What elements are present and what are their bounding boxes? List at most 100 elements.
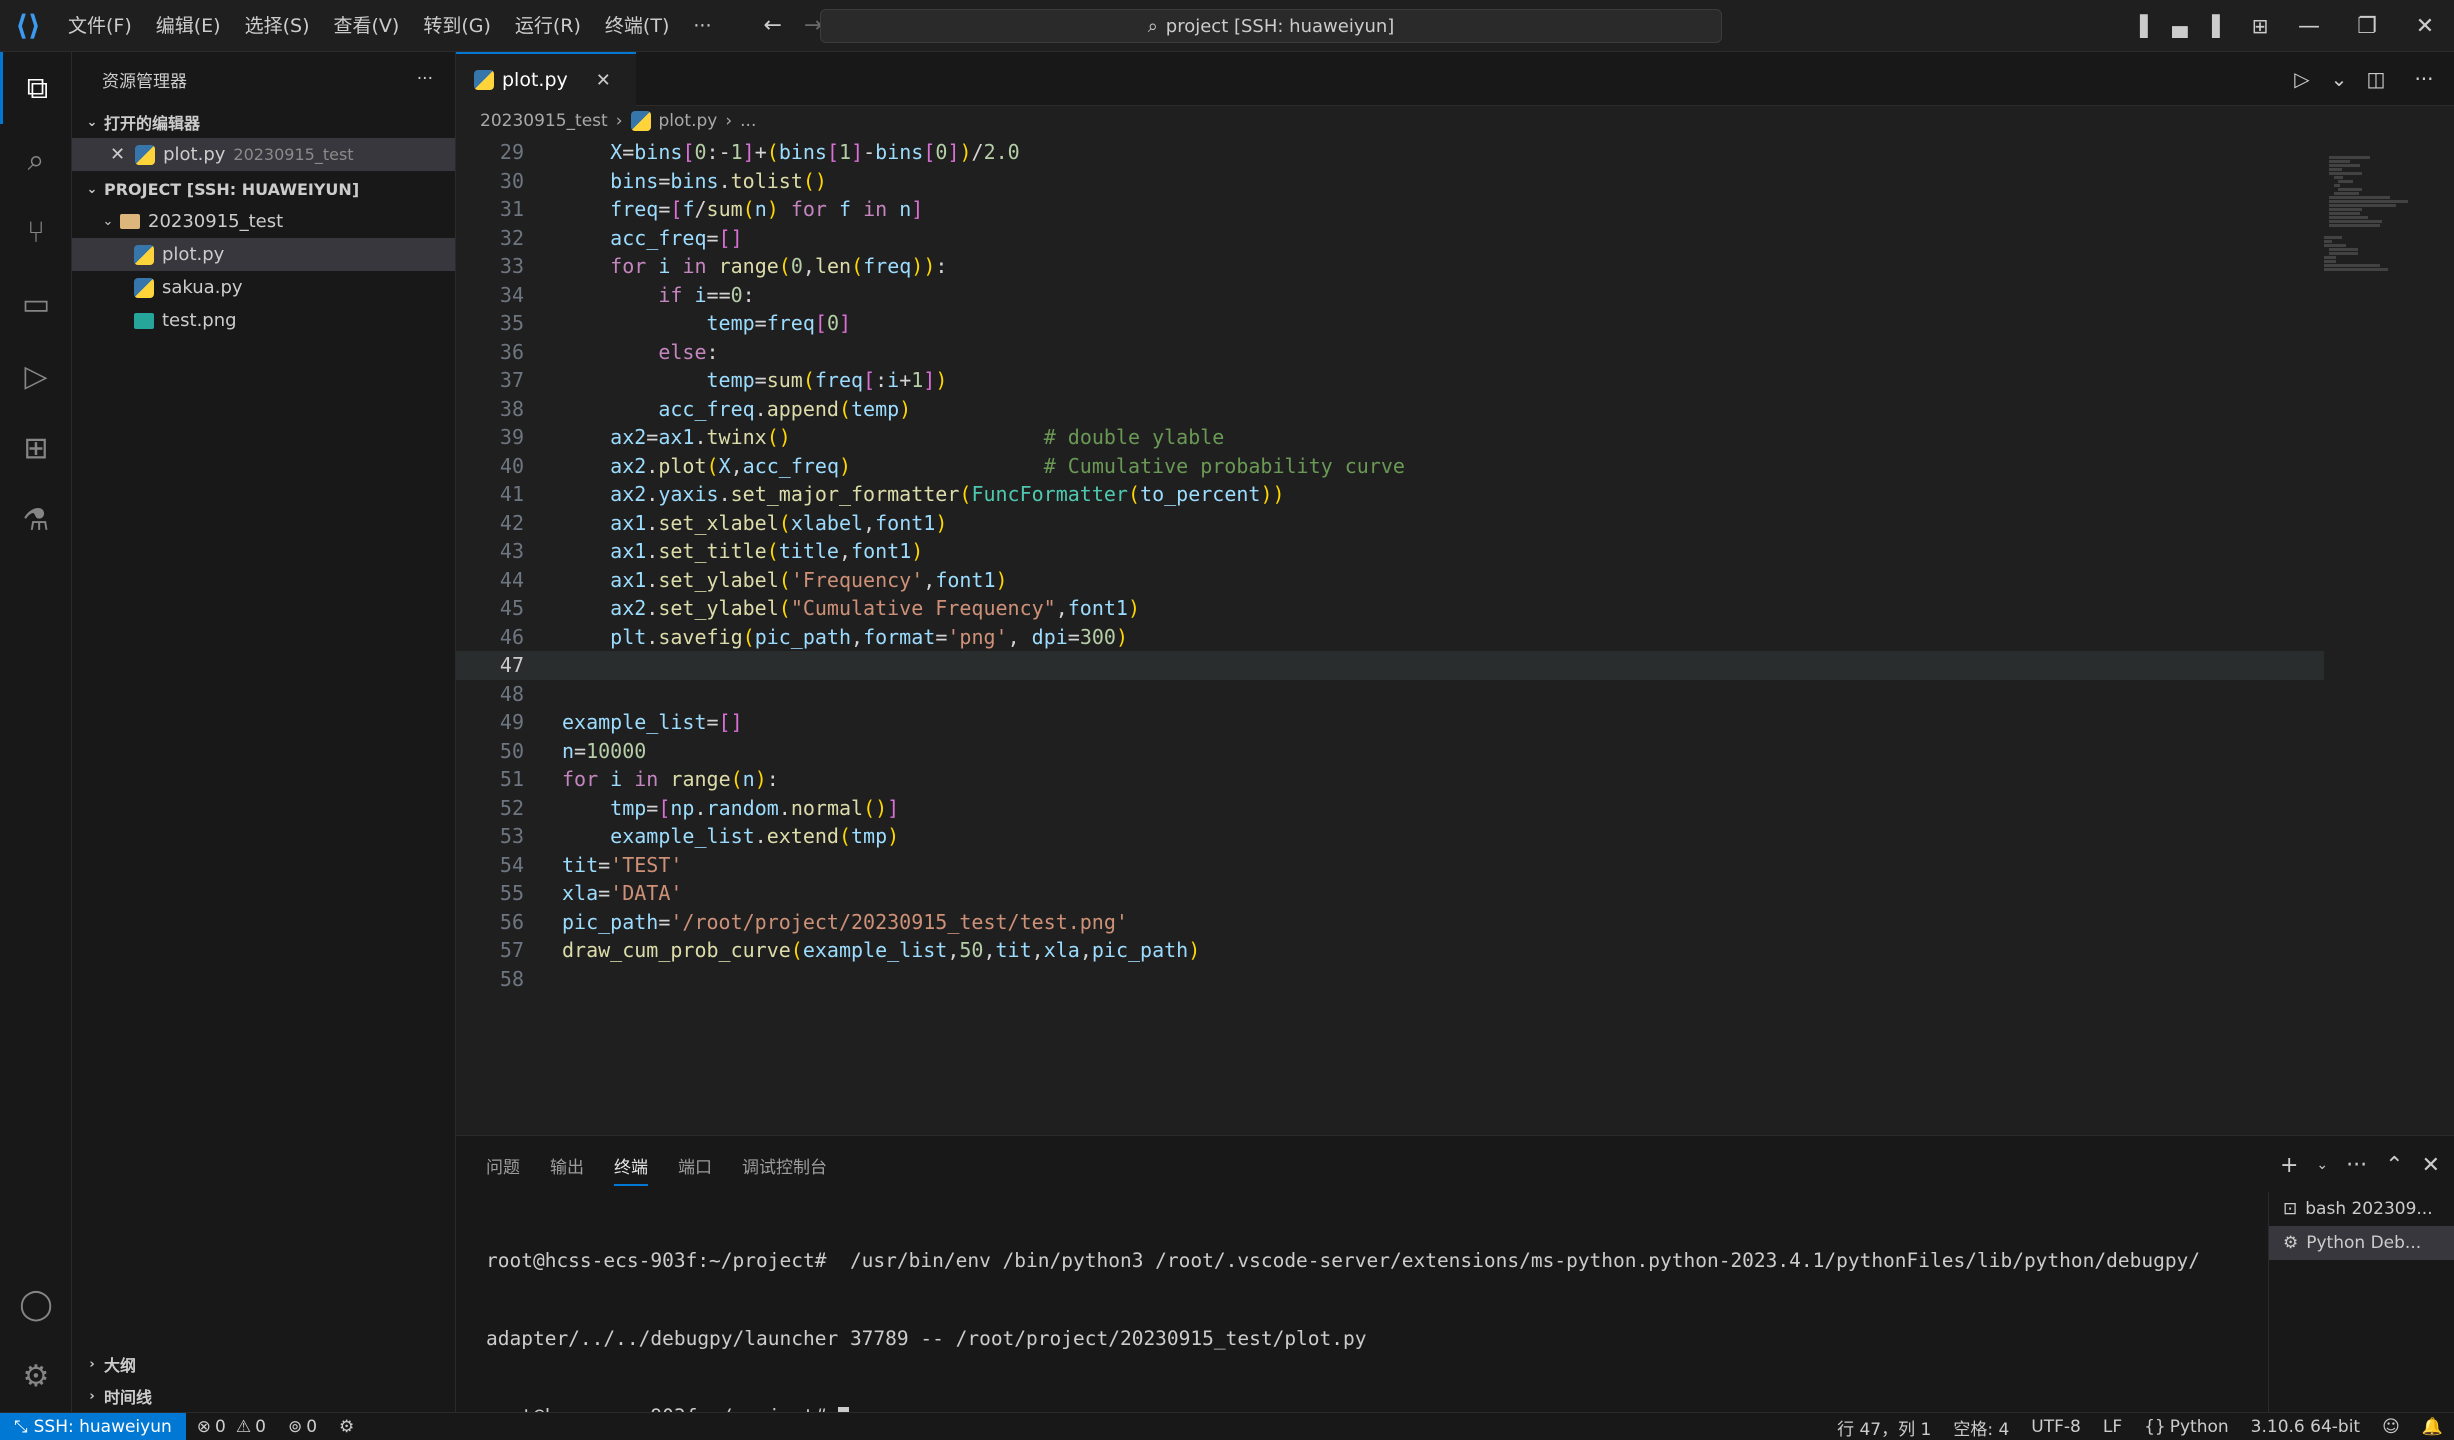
run-icon[interactable]: ▷ (2282, 53, 2322, 105)
indentation[interactable]: 空格: 4 (1942, 1415, 2020, 1440)
code-line[interactable]: 36 else: (456, 338, 2324, 367)
open-editor-item[interactable]: ✕ plot.py 20230915_test (72, 138, 455, 171)
code-line[interactable]: 34 if i==0: (456, 281, 2324, 310)
file-item-sakua[interactable]: sakua.py (72, 271, 455, 304)
command-center-search[interactable]: ⌕ project [SSH: huaweiyun] (820, 9, 1722, 43)
gear-icon[interactable]: ⚙ (0, 1340, 72, 1412)
customize-layout-icon[interactable]: ⊞ (2240, 0, 2280, 52)
code-line[interactable]: 57 draw_cum_prob_curve(example_list,50,ti… (456, 936, 2324, 965)
terminal-output[interactable]: root@hcss-ecs-903f:~/project# /usr/bin/e… (486, 1196, 2406, 1440)
timeline-section[interactable]: › 时间线 (72, 1380, 456, 1412)
encoding[interactable]: UTF-8 (2020, 1417, 2092, 1437)
code-line[interactable]: 55 xla='DATA' (456, 879, 2324, 908)
editor-scrollbar[interactable] (2440, 136, 2454, 1135)
code-line[interactable]: 38 acc_freq.append(temp) (456, 395, 2324, 424)
code-line[interactable]: 52 tmp=[np.random.normal()] (456, 794, 2324, 823)
close-icon[interactable]: ✕ (110, 144, 125, 165)
toggle-secondary-sidebar-icon[interactable]: ▌ (2200, 0, 2240, 52)
tab-problems[interactable]: 问题 (486, 1153, 520, 1178)
open-editors-section[interactable]: ⌄ 打开的编辑器 (72, 106, 455, 138)
menu-go[interactable]: 转到(G) (411, 0, 503, 52)
code-line[interactable]: 45 ax2.set_ylabel("Cumulative Frequency"… (456, 594, 2324, 623)
more-actions-icon[interactable]: ··· (2404, 53, 2444, 105)
terminal-item-bash[interactable]: ⊡ bash 202309... (2269, 1192, 2454, 1226)
remote-explorer-icon[interactable]: ▭ (0, 268, 72, 340)
code-line[interactable]: 41 ax2.yaxis.set_major_formatter(FuncFor… (456, 480, 2324, 509)
code-editor[interactable]: 29 X=bins[0:-1]+(bins[1]-bins[0])/2.0 30 … (456, 136, 2324, 1135)
code-line[interactable]: 39 ax2=ax1.twinx() # double ylable (456, 423, 2324, 452)
remote-indicator[interactable]: ⤡ SSH: huaweiyun (0, 1412, 186, 1440)
close-window-button[interactable]: ✕ (2396, 0, 2454, 52)
maximize-panel-icon[interactable]: ⌃ (2385, 1153, 2403, 1178)
code-line[interactable]: 44 ax1.set_ylabel('Frequency',font1) (456, 566, 2324, 595)
menu-more[interactable]: ··· (681, 0, 723, 52)
search-icon[interactable]: ⌕ (0, 124, 72, 196)
language-mode[interactable]: {} Python (2133, 1417, 2240, 1437)
code-line[interactable]: 33 for i in range(0,len(freq)): (456, 252, 2324, 281)
outline-section[interactable]: › 大纲 (72, 1348, 456, 1380)
chevron-down-icon[interactable]: ⌄ (2316, 1157, 2328, 1173)
terminal-item-python-debug[interactable]: ⚙ Python Deb... (2269, 1226, 2454, 1260)
menu-terminal[interactable]: 终端(T) (593, 0, 681, 52)
close-tab-icon[interactable]: ✕ (596, 70, 611, 91)
code-line[interactable]: 47 (456, 651, 2324, 680)
tab-terminal[interactable]: 终端 (614, 1145, 648, 1186)
new-terminal-icon[interactable]: + (2280, 1153, 2298, 1178)
split-editor-icon[interactable]: ◫ (2356, 53, 2396, 105)
tab-plot-py[interactable]: plot.py ✕ (456, 52, 636, 106)
source-control-icon[interactable]: ⑂ (0, 196, 72, 268)
toggle-panel-icon[interactable]: ▄ (2160, 0, 2200, 52)
menu-edit[interactable]: 编辑(E) (144, 0, 233, 52)
menu-file[interactable]: 文件(F) (56, 0, 144, 52)
more-actions-icon[interactable]: ··· (417, 69, 433, 89)
toggle-sidebar-icon[interactable]: ▐ (2120, 0, 2160, 52)
code-line[interactable]: 54 tit='TEST' (456, 851, 2324, 880)
code-line[interactable]: 32 acc_freq=[] (456, 224, 2324, 253)
code-line[interactable]: 43 ax1.set_title(title,font1) (456, 537, 2324, 566)
menu-run[interactable]: 运行(R) (503, 0, 593, 52)
minimap[interactable] (2324, 136, 2444, 1135)
code-line[interactable]: 56 pic_path='/root/project/20230915_test/… (456, 908, 2324, 937)
feedback-icon[interactable]: ☺ (2371, 1417, 2411, 1437)
restore-button[interactable]: ❐ (2338, 0, 2396, 52)
code-line[interactable]: 31 freq=[f/sum(n) for f in n] (456, 195, 2324, 224)
cursor-position[interactable]: 行 47，列 1 (1826, 1415, 1942, 1440)
testing-icon[interactable]: ⚗ (0, 484, 72, 556)
menu-view[interactable]: 查看(V) (322, 0, 412, 52)
back-arrow-icon[interactable]: ← (763, 13, 781, 38)
folder-item[interactable]: ⌄ 20230915_test (72, 205, 455, 238)
tab-ports[interactable]: 端口 (678, 1153, 712, 1178)
code-line[interactable]: 58 (456, 965, 2324, 994)
more-actions-icon[interactable]: ··· (2346, 1153, 2367, 1178)
extensions-icon[interactable]: ⊞ (0, 412, 72, 484)
end-of-line[interactable]: LF (2092, 1417, 2133, 1437)
code-line[interactable]: 35 temp=freq[0] (456, 309, 2324, 338)
ports-status[interactable]: ⊚ 0 (277, 1417, 328, 1437)
code-line[interactable]: 50 n=10000 (456, 737, 2324, 766)
debug-status[interactable]: ⚙ (328, 1417, 365, 1437)
python-interpreter[interactable]: 3.10.6 64-bit (2240, 1417, 2371, 1437)
file-item-test-png[interactable]: test.png (72, 304, 455, 337)
accounts-icon[interactable]: ◯ (0, 1268, 72, 1340)
code-line[interactable]: 46 plt.savefig(pic_path,format='png', dp… (456, 623, 2324, 652)
code-line[interactable]: 48 (456, 680, 2324, 709)
code-line[interactable]: 40 ax2.plot(X,acc_freq) # Cumulative pro… (456, 452, 2324, 481)
close-panel-icon[interactable]: ✕ (2422, 1153, 2440, 1178)
run-debug-icon[interactable]: ▷ (0, 340, 72, 412)
chevron-down-icon[interactable]: ⌄ (2330, 53, 2348, 105)
bell-icon[interactable]: 🔔 (2411, 1417, 2454, 1437)
code-line[interactable]: 53 example_list.extend(tmp) (456, 822, 2324, 851)
code-line[interactable]: 30 bins=bins.tolist() (456, 167, 2324, 196)
problems-status[interactable]: ⊗ 0 ⚠ 0 (186, 1417, 277, 1437)
breadcrumb-file[interactable]: plot.py (659, 111, 718, 131)
explorer-icon[interactable]: ⧉ (0, 52, 72, 124)
code-line[interactable]: 29 X=bins[0:-1]+(bins[1]-bins[0])/2.0 (456, 138, 2324, 167)
project-section[interactable]: ⌄ PROJECT [SSH: HUAWEIYUN] (72, 173, 455, 205)
code-line[interactable]: 37 temp=sum(freq[:i+1]) (456, 366, 2324, 395)
code-line[interactable]: 51 for i in range(n): (456, 765, 2324, 794)
breadcrumb-folder[interactable]: 20230915_test (480, 111, 608, 131)
file-item-plot[interactable]: plot.py (72, 238, 455, 271)
tab-output[interactable]: 输出 (550, 1153, 584, 1178)
tab-debug-console[interactable]: 调试控制台 (742, 1153, 827, 1178)
code-line[interactable]: 49 example_list=[] (456, 708, 2324, 737)
